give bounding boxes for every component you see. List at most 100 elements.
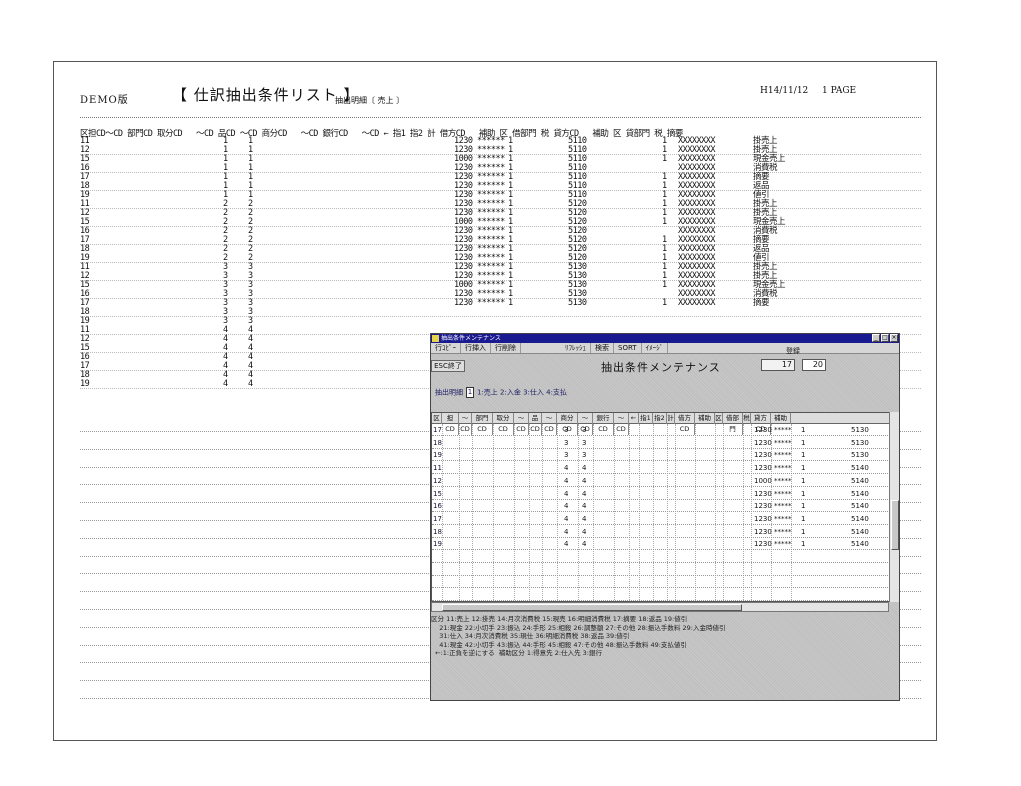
menu-item[interactable]: SORT [614, 343, 642, 353]
grid-cell-kb[interactable]: 15 [433, 488, 442, 500]
grid-column-header[interactable]: 指2 [653, 413, 667, 424]
grid-row[interactable]: 11 4 4 1230 ***** 1 5140 [432, 462, 890, 475]
grid-cell-amt[interactable]: 1230 [754, 462, 772, 474]
grid-column-header[interactable]: 税 [743, 413, 751, 424]
menu-item[interactable]: 行ｺﾋﾟｰ [431, 343, 461, 353]
grid-cell-b[interactable]: 4 [582, 488, 586, 500]
grid-cell-acc[interactable]: 5140 [851, 513, 869, 525]
grid-cell-amt[interactable]: 1230 [754, 437, 772, 449]
grid-cell-a[interactable]: 4 [564, 488, 568, 500]
grid-cell-kb[interactable]: 17 [433, 424, 442, 436]
grid-row[interactable]: 19 4 4 1230 ***** 1 5140 [432, 538, 890, 551]
grid-cell-one[interactable]: 1 [801, 449, 805, 461]
grid-cell-st[interactable]: ***** [774, 488, 792, 500]
extract-type-input[interactable]: 1 [466, 387, 474, 398]
grid-cell-one[interactable]: 1 [801, 462, 805, 474]
register-button[interactable]: 登録 [786, 346, 800, 356]
grid-cell-amt[interactable]: 1000 [754, 475, 772, 487]
grid-column-header[interactable]: 指1 [639, 413, 653, 424]
grid-cell-amt[interactable]: 1230 [754, 488, 772, 500]
grid-row[interactable]: 19 3 3 1230 ***** 1 5130 [432, 449, 890, 462]
grid-cell-one[interactable]: 1 [801, 526, 805, 538]
menu-item[interactable]: 行削除 [491, 343, 521, 353]
grid-cell-acc[interactable]: 5140 [851, 500, 869, 512]
grid-cell-st[interactable]: ***** [774, 513, 792, 525]
grid-column-header[interactable]: 計 [667, 413, 675, 424]
grid-cell-one[interactable]: 1 [801, 500, 805, 512]
grid-cell-acc[interactable]: 5130 [851, 449, 869, 461]
grid-column-header[interactable]: 補助 [695, 413, 715, 424]
grid-column-header[interactable]: ← [629, 413, 639, 424]
menu-item[interactable]: ﾘﾌﾚｯｼｭ [561, 343, 591, 353]
grid-cell-amt[interactable]: 1230 [754, 449, 772, 461]
grid-row[interactable] [432, 564, 890, 576]
grid-cell-amt[interactable]: 1230 [754, 513, 772, 525]
grid-row[interactable]: 15 4 4 1230 ***** 1 5140 [432, 488, 890, 500]
grid-cell-a[interactable]: 4 [564, 513, 568, 525]
grid-cell-a[interactable]: 3 [564, 424, 568, 436]
grid-cell-kb[interactable]: 17 [433, 513, 442, 525]
grid-cell-st[interactable]: ***** [774, 526, 792, 538]
grid-row[interactable]: 17 3 3 1230 ***** 1 5130 [432, 424, 890, 436]
menu-item[interactable]: ｲﾒｰｼﾞ [642, 343, 669, 353]
grid-cell-b[interactable]: 4 [582, 513, 586, 525]
grid-row[interactable] [432, 589, 890, 601]
grid-cell-kb[interactable]: 11 [433, 462, 442, 474]
grid-cell-b[interactable]: 3 [582, 437, 586, 449]
grid-cell-amt[interactable]: 1230 [754, 500, 772, 512]
grid-cell-b[interactable]: 4 [582, 526, 586, 538]
grid-cell-one[interactable]: 1 [801, 538, 805, 550]
vertical-scrollbar[interactable] [889, 412, 899, 602]
grid-cell-a[interactable]: 4 [564, 462, 568, 474]
grid-cell-acc[interactable]: 5140 [851, 526, 869, 538]
grid-cell-a[interactable]: 3 [564, 449, 568, 461]
menu-item[interactable]: 行挿入 [461, 343, 491, 353]
grid-cell-one[interactable]: 1 [801, 475, 805, 487]
grid-cell-amt[interactable]: 1230 [754, 526, 772, 538]
minimize-icon[interactable]: _ [872, 334, 880, 342]
grid-cell-st[interactable]: ***** [774, 437, 792, 449]
grid-cell-kb[interactable]: 18 [433, 437, 442, 449]
window-titlebar[interactable]: 抽出条件メンテナンス _ □ × [431, 334, 899, 343]
grid-column-header[interactable]: 区 [432, 413, 442, 424]
grid-cell-acc[interactable]: 5140 [851, 538, 869, 550]
grid-cell-a[interactable]: 3 [564, 437, 568, 449]
grid-cell-a[interactable]: 4 [564, 475, 568, 487]
grid-cell-acc[interactable]: 5130 [851, 437, 869, 449]
horizontal-scrollbar[interactable] [431, 602, 889, 612]
grid-cell-amt[interactable]: 1230 [754, 538, 772, 550]
grid-cell-b[interactable]: 4 [582, 500, 586, 512]
grid-cell-a[interactable]: 4 [564, 538, 568, 550]
grid-cell-one[interactable]: 1 [801, 437, 805, 449]
close-icon[interactable]: × [890, 334, 898, 342]
grid-cell-one[interactable]: 1 [801, 488, 805, 500]
grid-cell-b[interactable]: 3 [582, 449, 586, 461]
grid-cell-st[interactable]: ***** [774, 500, 792, 512]
grid-cell-a[interactable]: 4 [564, 526, 568, 538]
grid-cell-a[interactable]: 4 [564, 500, 568, 512]
grid-cell-kb[interactable]: 16 [433, 500, 442, 512]
grid-row[interactable]: 12 4 4 1000 ***** 1 5140 [432, 475, 890, 487]
grid-cell-st[interactable]: ***** [774, 475, 792, 487]
grid-cell-st[interactable]: ***** [774, 449, 792, 461]
grid-row[interactable]: 18 3 3 1230 ***** 1 5130 [432, 437, 890, 449]
grid-row[interactable] [432, 551, 890, 563]
grid-cell-kb[interactable]: 18 [433, 526, 442, 538]
grid-row[interactable]: 18 4 4 1230 ***** 1 5140 [432, 526, 890, 538]
maximize-icon[interactable]: □ [881, 334, 889, 342]
grid-cell-acc[interactable]: 5140 [851, 488, 869, 500]
grid-cell-acc[interactable]: 5140 [851, 475, 869, 487]
grid-cell-b[interactable]: 4 [582, 538, 586, 550]
grid-row[interactable]: 17 4 4 1230 ***** 1 5140 [432, 513, 890, 525]
grid-cell-b[interactable]: 3 [582, 424, 586, 436]
vscroll-thumb[interactable] [891, 500, 899, 550]
grid-column-header[interactable]: 補助 [771, 413, 791, 424]
page-current-field[interactable]: 17 [761, 359, 795, 371]
grid-cell-kb[interactable]: 19 [433, 449, 442, 461]
esc-exit-button[interactable]: ESC終了 [431, 360, 465, 372]
grid-cell-st[interactable]: ***** [774, 424, 792, 436]
grid-cell-acc[interactable]: 5140 [851, 462, 869, 474]
grid-cell-kb[interactable]: 19 [433, 538, 442, 550]
grid-cell-one[interactable]: 1 [801, 513, 805, 525]
grid-cell-kb[interactable]: 12 [433, 475, 442, 487]
